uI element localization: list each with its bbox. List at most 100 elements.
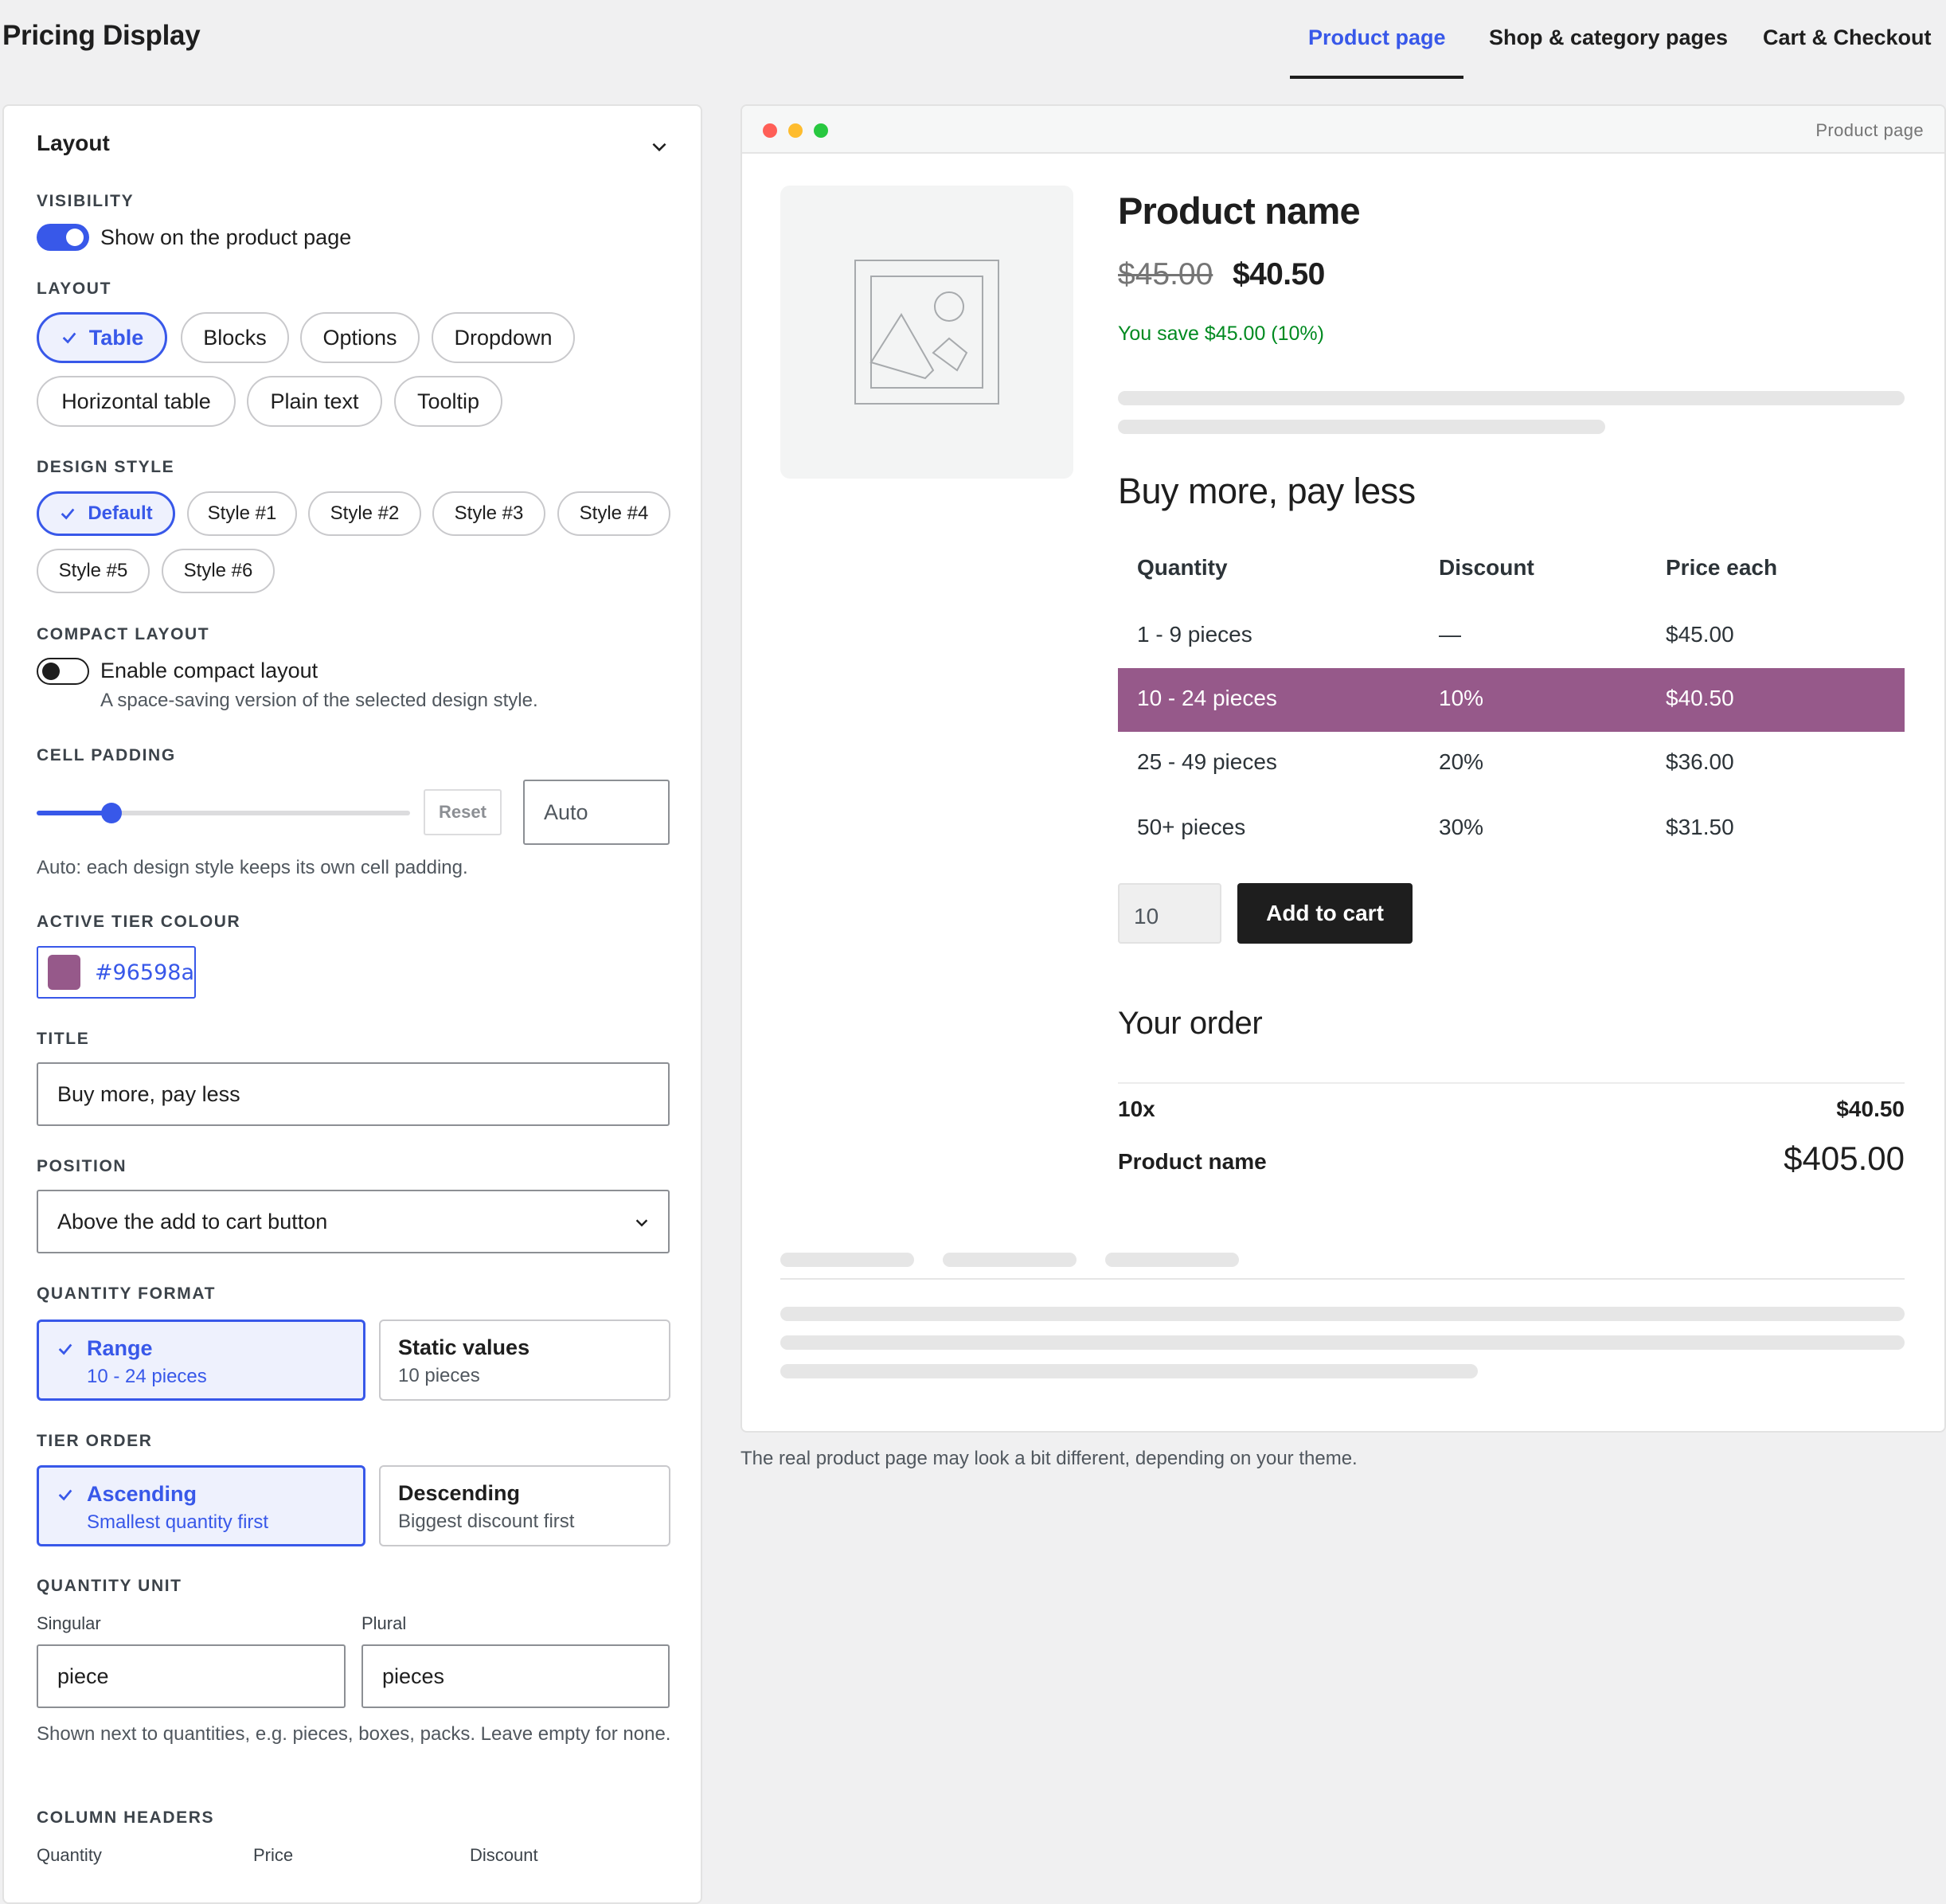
position-label: POSITION xyxy=(37,1157,127,1175)
tab-product-page[interactable]: Product page xyxy=(1308,25,1446,50)
image-placeholder-icon xyxy=(854,260,999,405)
panel-heading: Layout xyxy=(37,131,110,155)
preview-window-chrome: Product page xyxy=(742,106,1944,154)
order-title: Your order xyxy=(1118,1006,1263,1041)
design-style-label: DESIGN STYLE xyxy=(37,458,175,476)
skeleton-line xyxy=(1118,391,1905,405)
design-style-4[interactable]: Style #4 xyxy=(557,491,670,536)
compact-layout-toggle[interactable] xyxy=(37,658,89,685)
check-icon xyxy=(61,508,75,520)
savings-text: You save $45.00 (10%) xyxy=(1118,323,1324,345)
visibility-label: VISIBILITY xyxy=(37,192,135,210)
tier-row[interactable]: 1 - 9 pieces — $45.00 xyxy=(1118,604,1905,668)
layout-option-blocks[interactable]: Blocks xyxy=(181,312,289,363)
layout-option-plain-text[interactable]: Plain text xyxy=(247,376,382,427)
compact-layout-help: A space-saving version of the selected d… xyxy=(100,690,538,711)
slider-thumb[interactable] xyxy=(100,803,122,823)
active-tier-colour-label: ACTIVE TIER COLOUR xyxy=(37,913,241,931)
tab-shop-category-pages[interactable]: Shop & category pages xyxy=(1489,25,1728,50)
plural-input[interactable]: pieces xyxy=(361,1644,670,1708)
check-icon xyxy=(58,1343,72,1355)
skeleton-tab xyxy=(780,1253,914,1267)
skeleton-line xyxy=(780,1307,1905,1321)
cell-padding-help: Auto: each design style keeps its own ce… xyxy=(37,857,468,878)
quantity-format-label: QUANTITY FORMAT xyxy=(37,1284,217,1303)
singular-input[interactable]: piece xyxy=(37,1644,346,1708)
page-title: Pricing Display xyxy=(2,20,201,51)
reset-button[interactable]: Reset xyxy=(424,789,502,835)
tier-order-descending[interactable]: Descending Biggest discount first xyxy=(379,1465,670,1546)
order-unit-price: $40.50 xyxy=(1836,1097,1905,1121)
column-headers-label: COLUMN HEADERS xyxy=(37,1808,215,1827)
quantity-format-static[interactable]: Static values 10 pieces xyxy=(379,1320,670,1401)
design-style-6[interactable]: Style #6 xyxy=(162,549,275,593)
compact-layout-label: COMPACT LAYOUT xyxy=(37,625,210,643)
order-quantity: 10x xyxy=(1118,1097,1155,1121)
regular-price: $45.00 xyxy=(1118,257,1213,291)
active-tab-indicator xyxy=(1290,76,1463,79)
order-product-name: Product name xyxy=(1118,1149,1267,1174)
column-header-price-label: Price xyxy=(253,1845,294,1865)
product-image-placeholder xyxy=(780,186,1073,479)
tier-table-title: Buy more, pay less xyxy=(1118,471,1416,511)
quantity-unit-help: Shown next to quantities, e.g. pieces, b… xyxy=(37,1723,671,1745)
quantity-unit-label: QUANTITY UNIT xyxy=(37,1577,182,1595)
quantity-input[interactable]: 10 xyxy=(1118,883,1221,944)
cell-padding-label: CELL PADDING xyxy=(37,746,176,764)
title-label: TITLE xyxy=(37,1030,90,1048)
design-style-3[interactable]: Style #3 xyxy=(432,491,545,536)
column-header-quantity-label: Quantity xyxy=(37,1845,102,1865)
layout-option-horizontal-table[interactable]: Horizontal table xyxy=(37,376,236,427)
plural-label: Plural xyxy=(361,1613,407,1633)
design-style-5[interactable]: Style #5 xyxy=(37,549,150,593)
tier-header-discount: Discount xyxy=(1439,555,1534,580)
quantity-format-range[interactable]: Range 10 - 24 pieces xyxy=(37,1320,365,1401)
tier-order-ascending[interactable]: Ascending Smallest quantity first xyxy=(37,1465,365,1546)
close-dot xyxy=(763,123,777,138)
colour-picker-button[interactable]: #96598a xyxy=(37,946,196,999)
preview-window-label: Product page xyxy=(1815,120,1924,140)
divider xyxy=(1118,1082,1905,1084)
design-style-default[interactable]: Default xyxy=(37,491,175,536)
maximize-dot xyxy=(814,123,828,138)
column-header-discount-label: Discount xyxy=(470,1845,538,1865)
tier-row[interactable]: 50+ pieces 30% $31.50 xyxy=(1118,797,1905,861)
order-total: $405.00 xyxy=(1784,1140,1905,1177)
position-select[interactable]: Above the add to cart button xyxy=(37,1190,670,1253)
position-value: Above the add to cart button xyxy=(57,1209,328,1233)
product-preview: Product page Product name $45.00 $40.50 … xyxy=(740,104,1946,1433)
visibility-toggle[interactable] xyxy=(37,224,89,251)
tier-order-label: TIER ORDER xyxy=(37,1432,153,1450)
check-icon xyxy=(62,332,76,344)
layout-option-table[interactable]: Table xyxy=(37,312,167,363)
tier-row-active[interactable]: 10 - 24 pieces 10% $40.50 xyxy=(1118,668,1905,732)
cell-padding-input[interactable]: Auto xyxy=(523,780,670,845)
minimize-dot xyxy=(788,123,803,138)
title-input[interactable]: Buy more, pay less xyxy=(37,1062,670,1126)
cell-padding-slider[interactable] xyxy=(37,803,410,823)
chevron-down-icon xyxy=(635,1219,648,1227)
layout-label: LAYOUT xyxy=(37,280,111,298)
divider xyxy=(780,1278,1905,1280)
tab-cart-checkout[interactable]: Cart & Checkout xyxy=(1763,25,1932,50)
check-icon xyxy=(58,1489,72,1501)
visibility-toggle-label: Show on the product page xyxy=(100,225,352,249)
singular-label: Singular xyxy=(37,1613,101,1633)
chevron-up-icon[interactable] xyxy=(649,136,670,161)
layout-option-options[interactable]: Options xyxy=(300,312,420,363)
layout-option-tooltip[interactable]: Tooltip xyxy=(394,376,502,427)
add-to-cart-button[interactable]: Add to cart xyxy=(1237,883,1413,944)
design-style-2[interactable]: Style #2 xyxy=(308,491,421,536)
colour-swatch xyxy=(48,955,80,990)
compact-layout-toggle-label: Enable compact layout xyxy=(100,659,318,682)
preview-note: The real product page may look a bit dif… xyxy=(740,1448,1358,1469)
product-name: Product name xyxy=(1118,190,1361,232)
colour-value: #96598a xyxy=(94,960,194,985)
skeleton-line xyxy=(1118,420,1605,434)
settings-panel: Layout VISIBILITY Show on the product pa… xyxy=(2,104,702,1904)
skeleton-line xyxy=(780,1364,1478,1378)
design-style-1[interactable]: Style #1 xyxy=(187,491,297,536)
sale-price: $40.50 xyxy=(1233,257,1325,291)
tier-row[interactable]: 25 - 49 pieces 20% $36.00 xyxy=(1118,732,1905,796)
layout-option-dropdown[interactable]: Dropdown xyxy=(432,312,575,363)
